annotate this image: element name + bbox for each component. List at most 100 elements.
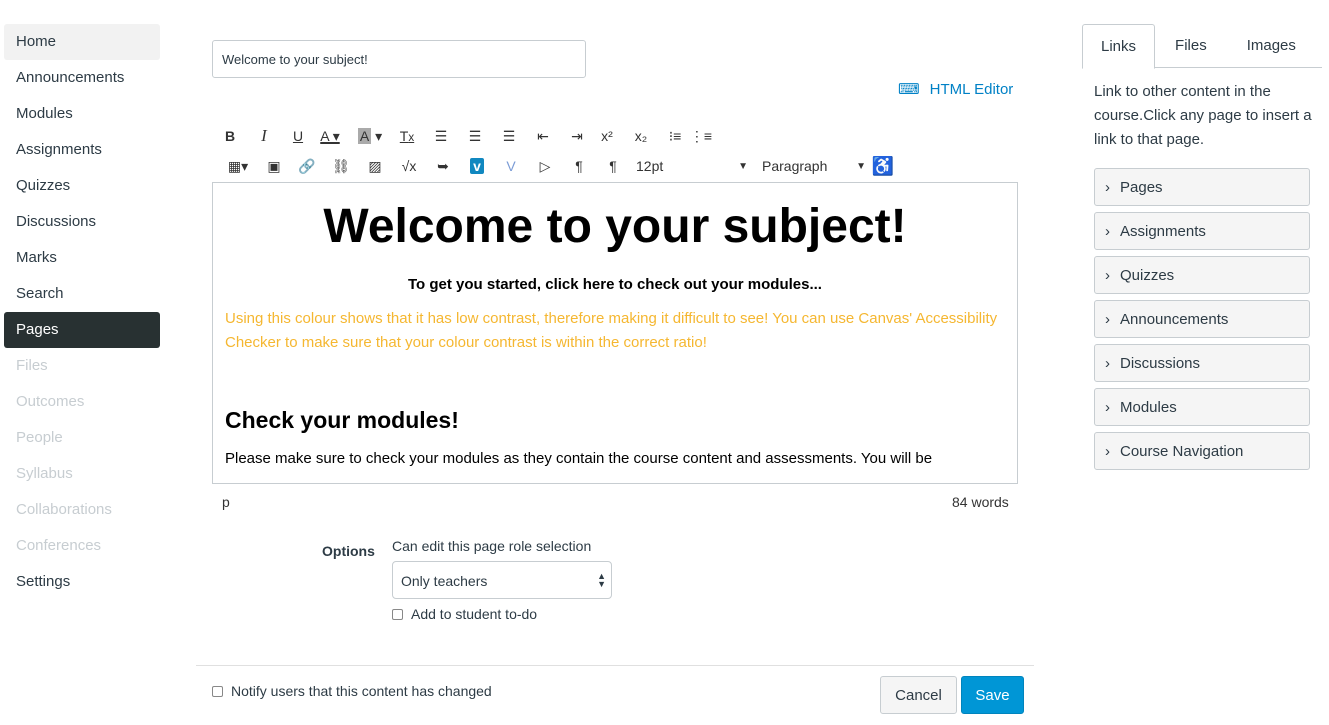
subscript-icon[interactable]: x₂	[620, 128, 662, 144]
video-icon[interactable]: ▷	[528, 158, 562, 175]
options-label: Options	[322, 543, 375, 559]
superscript-icon[interactable]: x²	[594, 128, 620, 144]
accordion-quizzes[interactable]: › Quizzes	[1094, 256, 1310, 294]
nav-announcements[interactable]: Announcements	[4, 60, 160, 96]
html-editor-link[interactable]: ⌨ HTML Editor	[898, 80, 1014, 99]
keyboard-icon: ⌨	[898, 81, 920, 98]
nav-modules[interactable]: Modules	[4, 96, 160, 132]
outdent-icon[interactable]: ⇤	[526, 128, 560, 145]
accessibility-icon[interactable]: ♿	[866, 156, 900, 177]
tab-links[interactable]: Links	[1082, 24, 1156, 69]
chevron-right-icon: ›	[1105, 222, 1110, 240]
role-selection-label: Can edit this page role selection	[392, 538, 592, 554]
content-subheading[interactable]: To get you started, click here to check …	[225, 276, 1005, 293]
align-center-icon[interactable]: ☰	[458, 128, 492, 145]
block-format-select[interactable]: Paragraph ▼	[754, 158, 866, 174]
link-icon[interactable]: 🔗	[290, 158, 324, 175]
nav-conferences[interactable]: Conferences	[4, 528, 160, 564]
content-h2: Check your modules!	[225, 407, 459, 433]
nav-marks[interactable]: Marks	[4, 240, 160, 276]
nav-discussions[interactable]: Discussions	[4, 204, 160, 240]
image-icon[interactable]: ▨	[358, 158, 392, 175]
italic-icon[interactable]: I	[242, 126, 286, 146]
accordion-discussions[interactable]: › Discussions	[1094, 344, 1310, 382]
accordion-assignments[interactable]: › Assignments	[1094, 212, 1310, 250]
accordion-course-navigation[interactable]: › Course Navigation	[1094, 432, 1310, 470]
accordion-label: Quizzes	[1120, 266, 1175, 284]
role-select-value: Only teachers	[401, 573, 488, 589]
nav-settings[interactable]: Settings	[4, 564, 160, 600]
chevron-down-icon: ▼	[856, 161, 866, 172]
notify-checkbox[interactable]	[212, 685, 223, 697]
nav-quizzes[interactable]: Quizzes	[4, 168, 160, 204]
notify-checkbox-row[interactable]: Notify users that this content has chang…	[212, 683, 492, 699]
background-color-icon[interactable]: A ▾	[350, 127, 390, 145]
nav-people[interactable]: People	[4, 420, 160, 456]
tab-files[interactable]: Files	[1155, 24, 1227, 68]
chevron-right-icon: ›	[1105, 442, 1110, 460]
font-size-select[interactable]: 12pt ▼	[630, 158, 748, 174]
accordion-label: Pages	[1120, 178, 1163, 196]
v-tool-icon[interactable]: V	[494, 158, 528, 174]
content-heading: Welcome to your subject!	[323, 200, 907, 253]
bullet-list-icon[interactable]: ⁝≡	[662, 128, 688, 145]
text-color-icon[interactable]: A ▾	[310, 128, 350, 145]
todo-checkbox-row[interactable]: Add to student to-do	[392, 606, 537, 622]
clear-format-icon[interactable]: Tx	[390, 128, 424, 144]
select-arrows-icon: ▲ ▼	[597, 571, 606, 589]
content-warning-text: Using this colour shows that it has low …	[225, 310, 998, 351]
nav-pages[interactable]: Pages	[4, 312, 160, 348]
chevron-right-icon: ›	[1105, 398, 1110, 416]
chevron-down-icon: ▼	[738, 161, 748, 172]
course-nav: Home Announcements Modules Assignments Q…	[4, 24, 160, 600]
accordion-modules[interactable]: › Modules	[1094, 388, 1310, 426]
accordion-announcements[interactable]: › Announcements	[1094, 300, 1310, 338]
external-tool-icon[interactable]: ➥	[426, 158, 460, 175]
nav-search[interactable]: Search	[4, 276, 160, 312]
indent-icon[interactable]: ⇥	[560, 128, 594, 145]
underline-icon[interactable]: U	[286, 128, 310, 144]
nav-home[interactable]: Home	[4, 24, 160, 60]
nav-outcomes[interactable]: Outcomes	[4, 384, 160, 420]
block-format-value: Paragraph	[762, 158, 828, 174]
divider	[196, 665, 1034, 666]
chevron-right-icon: ›	[1105, 178, 1110, 196]
links-description: Link to other content in the course.Clic…	[1094, 83, 1312, 148]
accordion-pages[interactable]: › Pages	[1094, 168, 1310, 206]
accordion-label: Assignments	[1120, 222, 1206, 240]
word-count: 84 words	[952, 494, 1009, 510]
ltr-icon[interactable]: ¶	[562, 158, 596, 174]
nav-syllabus[interactable]: Syllabus	[4, 456, 160, 492]
html-editor-label: HTML Editor	[929, 80, 1014, 98]
content-body: Please make sure to check your modules a…	[225, 450, 933, 467]
nav-collaborations[interactable]: Collaborations	[4, 492, 160, 528]
save-button[interactable]: Save	[961, 676, 1024, 714]
role-select[interactable]: Only teachers ▲ ▼	[392, 561, 612, 599]
chevron-right-icon: ›	[1105, 354, 1110, 372]
element-path[interactable]: p	[222, 494, 230, 510]
numbered-list-icon[interactable]: ⋮≡	[688, 128, 714, 145]
toolbar-row-1: B I U A ▾ A ▾ Tx ☰ ☰ ☰ ⇤ ⇥ x² x₂ ⁝≡ ⋮≡	[218, 123, 714, 149]
unlink-icon[interactable]: ⛓	[324, 158, 358, 175]
nav-assignments[interactable]: Assignments	[4, 132, 160, 168]
accordion-label: Announcements	[1120, 310, 1229, 328]
bold-icon[interactable]: B	[218, 128, 242, 144]
rich-content-editor[interactable]: Welcome to your subject! To get you star…	[212, 182, 1018, 484]
toolbar-row-2: ▦▾ ▣ 🔗 ⛓ ▨ √x ➥ v V ▷ ¶ ¶ 12pt ▼ Paragrap…	[218, 153, 900, 179]
content-tabs: Links Files Images	[1082, 24, 1322, 69]
font-size-value: 12pt	[636, 158, 664, 174]
equation-icon[interactable]: √x	[392, 158, 426, 174]
media-icon[interactable]: ▣	[258, 158, 290, 175]
tab-images[interactable]: Images	[1227, 24, 1316, 68]
align-left-icon[interactable]: ☰	[424, 128, 458, 145]
chevron-right-icon: ›	[1105, 310, 1110, 328]
vimeo-icon[interactable]: v	[460, 158, 494, 174]
table-icon[interactable]: ▦▾	[218, 158, 258, 175]
align-right-icon[interactable]: ☰	[492, 128, 526, 145]
rtl-icon[interactable]: ¶	[596, 158, 630, 174]
accordion-label: Modules	[1120, 398, 1177, 416]
page-title-input[interactable]	[212, 40, 586, 78]
nav-files[interactable]: Files	[4, 348, 160, 384]
cancel-button[interactable]: Cancel	[880, 676, 957, 714]
todo-checkbox[interactable]	[392, 608, 403, 620]
